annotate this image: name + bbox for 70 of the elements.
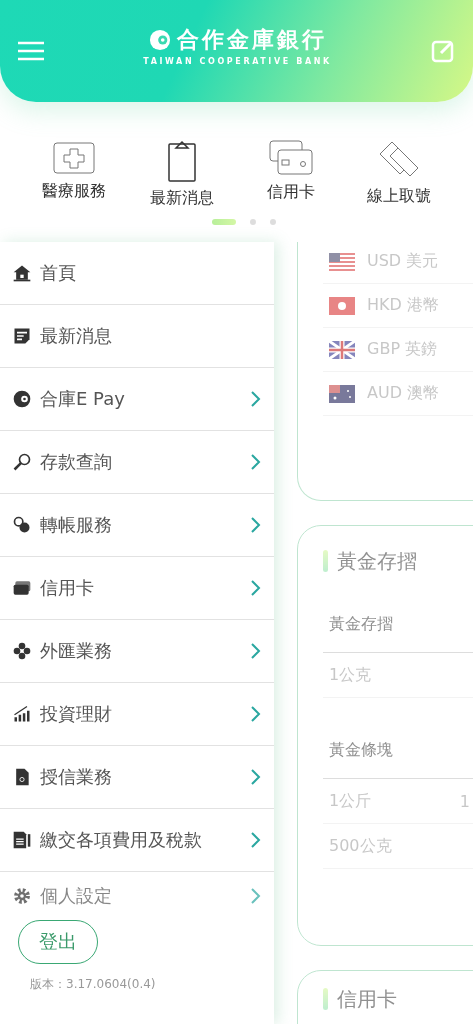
clipboard-icon bbox=[167, 140, 198, 182]
menu-item[interactable]: 信用卡 bbox=[0, 557, 274, 620]
chevron-right-icon bbox=[250, 390, 262, 408]
chevron-right-icon bbox=[250, 579, 262, 597]
flag-icon bbox=[329, 384, 355, 403]
menu-item[interactable]: 投資理財 bbox=[0, 683, 274, 746]
credit-card-icon bbox=[12, 578, 32, 598]
home-icon bbox=[12, 263, 32, 283]
currency-label: AUD 澳幣 bbox=[367, 383, 440, 404]
table-cell: 1 bbox=[459, 791, 470, 811]
logo-icon bbox=[148, 28, 171, 51]
logo-icon bbox=[12, 389, 32, 409]
edit-icon bbox=[431, 39, 455, 63]
section-heading: 黃金條塊 bbox=[323, 722, 473, 779]
menu-item-label: 轉帳服務 bbox=[40, 513, 113, 537]
menu-item[interactable]: 外匯業務 bbox=[0, 620, 274, 683]
menu-item[interactable]: 繳交各項費用及稅款 bbox=[0, 809, 274, 872]
menu-item-label: 授信業務 bbox=[40, 765, 113, 789]
chevron-right-icon bbox=[250, 516, 262, 534]
menu-item-label: 投資理財 bbox=[40, 702, 113, 726]
search-icon bbox=[12, 452, 32, 472]
card-title: 黃金存摺 bbox=[337, 547, 417, 575]
medical-cross-icon bbox=[53, 141, 96, 174]
menu-item[interactable]: 首頁 bbox=[0, 242, 274, 305]
menu-item[interactable]: 合庫E Pay bbox=[0, 368, 274, 431]
menu-item-label: 存款查詢 bbox=[40, 450, 113, 474]
quick-link[interactable]: 醫療服務 bbox=[24, 140, 125, 202]
table-cell: 1公克 bbox=[329, 664, 372, 686]
logout-button[interactable]: 登出 bbox=[18, 920, 98, 964]
chevron-right-icon bbox=[250, 768, 262, 786]
version-text: 版本：3.17.0604(0.4) bbox=[30, 976, 157, 993]
menu-item[interactable]: 個人設定 bbox=[0, 872, 274, 920]
chevron-right-icon bbox=[250, 705, 262, 723]
title-accent bbox=[323, 550, 328, 572]
menu-item-label: 外匯業務 bbox=[40, 639, 113, 663]
menu-item[interactable]: 最新消息 bbox=[0, 305, 274, 368]
menu-item[interactable]: 存款查詢 bbox=[0, 431, 274, 494]
quick-link[interactable]: 線上取號 bbox=[348, 140, 449, 202]
flag-icon bbox=[329, 340, 355, 359]
menu-item[interactable]: 授信業務 bbox=[0, 746, 274, 809]
bar-chart-icon bbox=[12, 704, 32, 724]
chevron-right-icon bbox=[250, 642, 262, 660]
chevron-right-icon bbox=[250, 887, 262, 905]
section-heading: 黃金存摺 bbox=[323, 596, 473, 653]
menu-item-label: 首頁 bbox=[40, 261, 77, 285]
currency-label: HKD 港幣 bbox=[367, 295, 439, 316]
quick-link[interactable]: 信用卡 bbox=[240, 140, 341, 202]
title-accent bbox=[323, 988, 328, 1010]
page-dot[interactable] bbox=[249, 219, 256, 225]
settings-icon bbox=[12, 886, 32, 906]
bank-name: 合作金庫銀行 bbox=[176, 24, 327, 54]
bill-icon bbox=[12, 830, 32, 850]
chevron-right-icon bbox=[250, 453, 262, 471]
menu-item-label: 個人設定 bbox=[40, 884, 113, 908]
currency-label: GBP 英鎊 bbox=[367, 339, 438, 360]
flag-icon bbox=[329, 296, 355, 315]
flag-icon bbox=[329, 252, 355, 271]
menu-item-label: 信用卡 bbox=[40, 576, 95, 600]
bank-name-english: TAIWAN COOPERATIVE BANK bbox=[143, 56, 332, 66]
menu-item-label: 繳交各項費用及稅款 bbox=[40, 828, 203, 852]
page-dot[interactable] bbox=[269, 219, 276, 225]
table-cell: 500公克 bbox=[329, 835, 392, 857]
credit-card-icon bbox=[268, 140, 313, 176]
menu-item-label: 合庫E Pay bbox=[40, 387, 126, 411]
document-icon bbox=[12, 326, 32, 346]
menu-item-label: 最新消息 bbox=[40, 324, 113, 348]
card-title: 信用卡 bbox=[337, 985, 397, 1013]
menu-icon bbox=[18, 41, 44, 61]
chevron-right-icon bbox=[250, 831, 262, 849]
menu-item[interactable]: 轉帳服務 bbox=[0, 494, 274, 557]
